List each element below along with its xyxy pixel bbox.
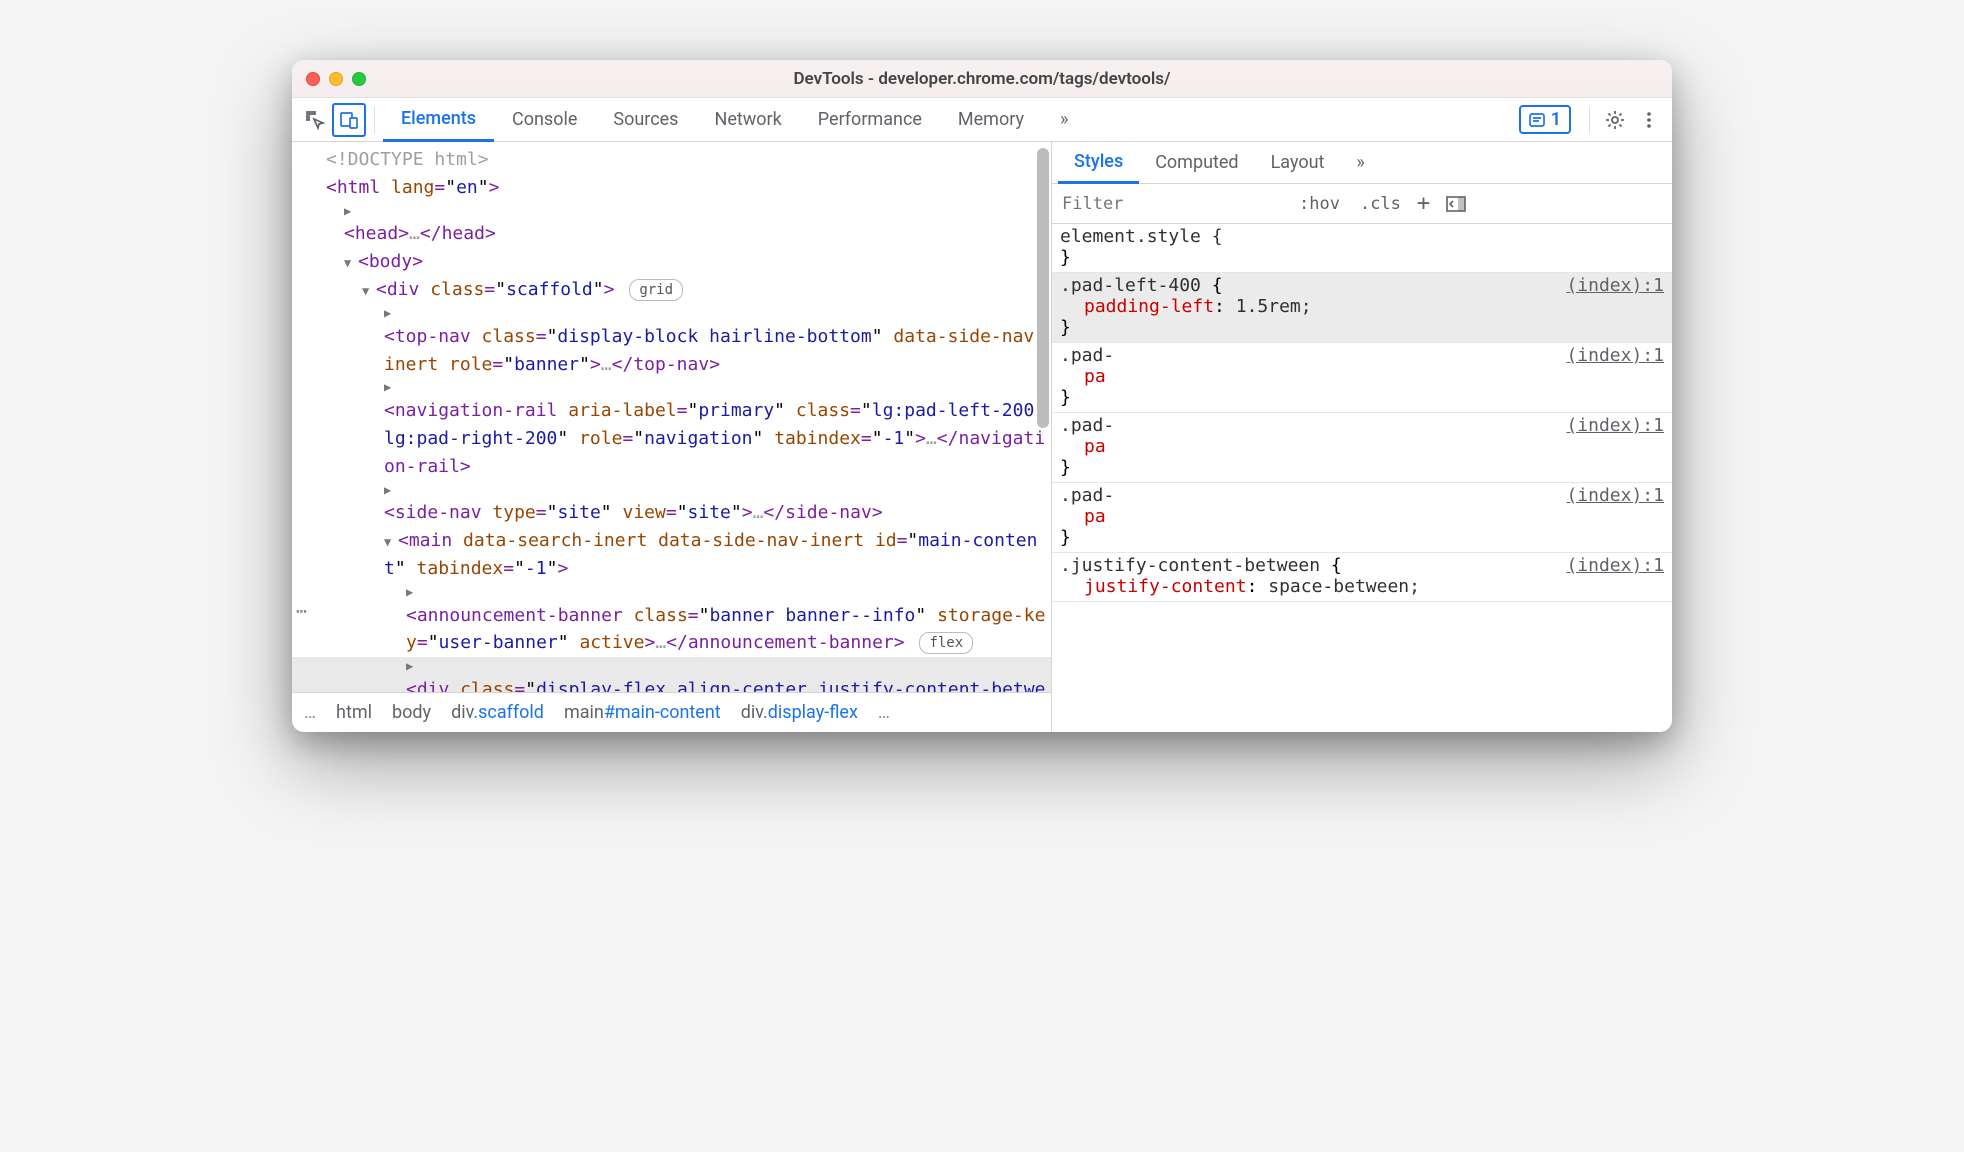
main-tabs: Elements Console Sources Network Perform… bbox=[383, 98, 1086, 141]
tab-sources[interactable]: Sources bbox=[595, 98, 696, 141]
close-window-icon[interactable] bbox=[306, 72, 320, 86]
breadcrumb-item[interactable]: div.scaffold bbox=[451, 702, 544, 723]
zoom-window-icon[interactable] bbox=[352, 72, 366, 86]
breadcrumbs: … html body div.scaffold main#main-conte… bbox=[292, 692, 1051, 732]
styles-filter-bar: :hov .cls + bbox=[1052, 184, 1672, 224]
breadcrumb-item[interactable]: div.display-flex bbox=[741, 702, 858, 723]
dom-doctype[interactable]: <!DOCTYPE html> bbox=[292, 146, 1051, 174]
breadcrumb-item[interactable]: main#main-content bbox=[564, 702, 721, 723]
dom-scaffold[interactable]: <div class="scaffold"> grid bbox=[292, 276, 1051, 304]
device-toggle-icon[interactable] bbox=[332, 103, 366, 137]
toggle-sidebar-icon[interactable] bbox=[1436, 196, 1476, 212]
styles-tabs: Styles Computed Layout » bbox=[1052, 142, 1672, 184]
issues-button[interactable]: 1 bbox=[1519, 105, 1571, 134]
toolbar-divider bbox=[374, 107, 375, 133]
scrollbar[interactable] bbox=[1037, 148, 1049, 428]
elements-panel: <!DOCTYPE html> <html lang="en"> <head>…… bbox=[292, 142, 1052, 732]
rule-source-link[interactable]: (index):1 bbox=[1566, 275, 1664, 296]
devtools-window: DevTools - developer.chrome.com/tags/dev… bbox=[292, 60, 1672, 732]
dom-topnav[interactable]: <top-nav class="display-block hairline-b… bbox=[292, 304, 1051, 378]
main-toolbar: Elements Console Sources Network Perform… bbox=[292, 98, 1672, 142]
dom-navrail[interactable]: <navigation-rail aria-label="primary" cl… bbox=[292, 378, 1051, 480]
content-area: <!DOCTYPE html> <html lang="en"> <head>…… bbox=[292, 142, 1672, 732]
dom-banner[interactable]: <announcement-banner class="banner banne… bbox=[292, 583, 1051, 657]
dom-row-actions-icon[interactable]: ⋯ bbox=[296, 598, 307, 626]
dom-body[interactable]: <body> bbox=[292, 248, 1051, 276]
breadcrumb-overflow-left[interactable]: … bbox=[304, 702, 316, 723]
styles-tabs-overflow[interactable]: » bbox=[1340, 142, 1380, 183]
breadcrumb-item[interactable]: html bbox=[336, 702, 372, 723]
breadcrumb-overflow-right[interactable]: … bbox=[878, 702, 890, 723]
minimize-window-icon[interactable] bbox=[329, 72, 343, 86]
tab-performance[interactable]: Performance bbox=[800, 98, 940, 141]
inspect-element-icon[interactable] bbox=[298, 103, 332, 137]
styles-list: element.style { } .pad-left-400 { (index… bbox=[1052, 224, 1672, 732]
dom-tree[interactable]: <!DOCTYPE html> <html lang="en"> <head>…… bbox=[292, 142, 1051, 692]
styles-filter-input[interactable] bbox=[1052, 188, 1289, 220]
style-rule[interactable]: .justify-content-between { (index):1 jus… bbox=[1052, 553, 1672, 602]
styles-panel: Styles Computed Layout » :hov .cls + ele… bbox=[1052, 142, 1672, 732]
settings-icon[interactable] bbox=[1598, 103, 1632, 137]
rule-source-link[interactable]: (index):1 bbox=[1566, 485, 1664, 506]
tab-memory[interactable]: Memory bbox=[940, 98, 1042, 141]
tab-console[interactable]: Console bbox=[494, 98, 595, 141]
issues-count: 1 bbox=[1551, 109, 1561, 130]
style-rule[interactable]: .pad-left-400 { (index):1 padding-left: … bbox=[1052, 273, 1672, 343]
tabs-overflow[interactable]: » bbox=[1042, 98, 1086, 141]
dom-selected-row[interactable]: <div class="display-flex align-center ju… bbox=[292, 657, 1051, 692]
tab-network[interactable]: Network bbox=[696, 98, 799, 141]
titlebar: DevTools - developer.chrome.com/tags/dev… bbox=[292, 60, 1672, 98]
dom-html[interactable]: <html lang="en"> bbox=[292, 174, 1051, 202]
tab-computed[interactable]: Computed bbox=[1139, 142, 1254, 183]
style-rule[interactable]: .pad- (index):1 pa } bbox=[1052, 343, 1672, 413]
tab-styles[interactable]: Styles bbox=[1058, 143, 1139, 184]
toolbar-divider bbox=[1589, 107, 1590, 133]
dom-main[interactable]: <main data-search-inert data-side-nav-in… bbox=[292, 527, 1051, 583]
window-controls bbox=[306, 72, 366, 86]
style-rule[interactable]: .pad- (index):1 pa } bbox=[1052, 483, 1672, 553]
tab-elements[interactable]: Elements bbox=[383, 98, 494, 142]
dom-sidenav[interactable]: <side-nav type="site" view="site">…</sid… bbox=[292, 481, 1051, 527]
rule-source-link[interactable]: (index):1 bbox=[1566, 555, 1664, 576]
tab-layout[interactable]: Layout bbox=[1255, 142, 1341, 183]
breadcrumb-item[interactable]: body bbox=[392, 702, 431, 723]
dom-head[interactable]: <head>…</head> bbox=[292, 202, 1051, 248]
element-style-rule[interactable]: element.style { } bbox=[1052, 224, 1672, 273]
new-style-rule-button[interactable]: + bbox=[1411, 191, 1436, 216]
cls-toggle[interactable]: .cls bbox=[1350, 194, 1411, 214]
more-icon[interactable] bbox=[1632, 103, 1666, 137]
style-rule[interactable]: .pad- (index):1 pa } bbox=[1052, 413, 1672, 483]
rule-source-link[interactable]: (index):1 bbox=[1566, 345, 1664, 366]
window-title: DevTools - developer.chrome.com/tags/dev… bbox=[292, 69, 1672, 89]
hov-toggle[interactable]: :hov bbox=[1289, 194, 1350, 214]
rule-source-link[interactable]: (index):1 bbox=[1566, 415, 1664, 436]
